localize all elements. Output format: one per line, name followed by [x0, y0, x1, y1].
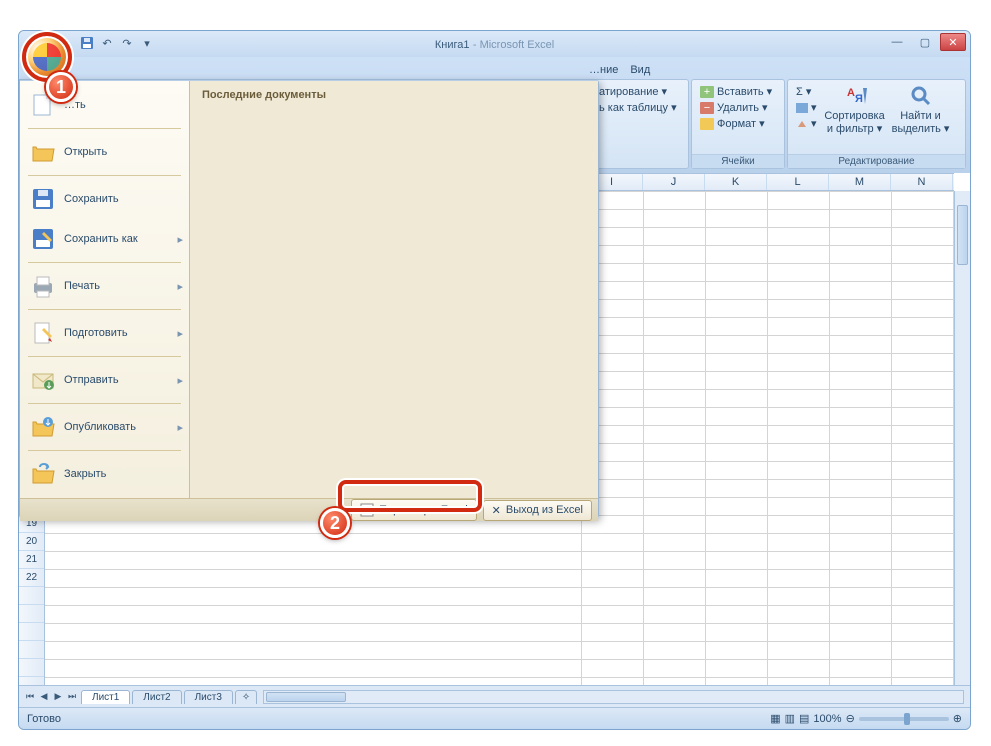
- zoom-out-button[interactable]: ⊖: [846, 712, 855, 725]
- status-ready: Готово: [27, 713, 61, 725]
- exit-excel-button[interactable]: ✕Выход из Excel: [483, 500, 592, 521]
- new-sheet-button[interactable]: ✧: [235, 690, 257, 704]
- row-header[interactable]: 21: [19, 551, 44, 569]
- menu-open[interactable]: Открыть: [20, 132, 189, 172]
- ribbon-groups: …атирование ▾ …ь как таблицу ▾ ▾ +Встави…: [579, 79, 966, 169]
- row-header[interactable]: [19, 623, 44, 641]
- clear-button[interactable]: ▾: [794, 116, 819, 131]
- sheet-tab[interactable]: Лист3: [184, 690, 233, 704]
- menu-prepare[interactable]: Подготовить▸: [20, 313, 189, 353]
- svg-text:+: +: [704, 86, 710, 98]
- app-window: ↶ ↷ ▾ Книга1 - Microsoft Excel — ▢ ✕ …ни…: [18, 30, 971, 730]
- menu-close[interactable]: Закрыть: [20, 454, 189, 494]
- office-menu: …ть Открыть Сохранить Сохранить как▸ Печ…: [19, 79, 599, 519]
- status-bar: Готово ▦ ▥ ▤ 100% ⊖ ⊕: [19, 707, 970, 729]
- row-header[interactable]: [19, 659, 44, 677]
- annotation-callout-2: 2: [320, 508, 350, 538]
- zoom-level[interactable]: 100%: [813, 713, 841, 725]
- sheet-tab[interactable]: Лист2: [132, 690, 181, 704]
- minimize-button[interactable]: —: [884, 33, 910, 51]
- scroll-thumb[interactable]: [266, 692, 346, 702]
- column-header[interactable]: N: [891, 174, 953, 190]
- menu-send[interactable]: Отправить▸: [20, 360, 189, 400]
- cond-format-button[interactable]: …атирование ▾: [586, 84, 679, 99]
- find-select-button[interactable]: Найти и выделить ▾: [891, 84, 951, 135]
- svg-text:А: А: [847, 87, 855, 99]
- row-header[interactable]: [19, 641, 44, 659]
- view-layout-icon[interactable]: ▥: [785, 712, 795, 725]
- cells-group-label: Ячейки: [692, 154, 784, 168]
- editing-group: Σ ▾ ▾ ▾ АЯ Сортировка и фильтр ▾ Найти и…: [787, 79, 966, 169]
- zoom-slider[interactable]: [859, 717, 949, 721]
- cells-group: +Вставить ▾ −Удалить ▾ Формат ▾ Ячейки: [691, 79, 785, 169]
- annotation-callout-1: 1: [46, 72, 76, 102]
- svg-text:Я: Я: [855, 93, 863, 105]
- doc-name: Книга1: [435, 39, 470, 51]
- submenu-arrow-icon: ▸: [177, 327, 183, 340]
- ribbon-tabs: …ние Вид: [589, 57, 970, 79]
- format-cells-button[interactable]: Формат ▾: [698, 116, 774, 131]
- insert-cells-button[interactable]: +Вставить ▾: [698, 84, 774, 99]
- sort-filter-button[interactable]: АЯ Сортировка и фильтр ▾: [825, 84, 885, 135]
- close-button[interactable]: ✕: [940, 33, 966, 51]
- submenu-arrow-icon: ▸: [177, 421, 183, 434]
- maximize-button[interactable]: ▢: [912, 33, 938, 51]
- redo-icon[interactable]: ↷: [119, 35, 135, 51]
- menu-print[interactable]: Печать▸: [20, 266, 189, 306]
- delete-cells-button[interactable]: −Удалить ▾: [698, 100, 774, 115]
- format-table-button[interactable]: …ь как таблицу ▾: [586, 100, 679, 115]
- window-title: Книга1 - Microsoft Excel: [435, 37, 554, 51]
- annotation-ring-2: [338, 480, 482, 512]
- submenu-arrow-icon: ▸: [177, 374, 183, 387]
- recent-documents-title: Последние документы: [202, 89, 586, 101]
- titlebar: ↶ ↷ ▾ Книга1 - Microsoft Excel — ▢ ✕: [19, 31, 970, 57]
- menu-save[interactable]: Сохранить: [20, 179, 189, 219]
- scroll-thumb[interactable]: [957, 205, 968, 265]
- styles-more[interactable]: ▾: [586, 116, 679, 131]
- recent-documents-panel: Последние документы: [190, 81, 598, 498]
- submenu-arrow-icon: ▸: [177, 280, 183, 293]
- save-icon[interactable]: [79, 35, 95, 51]
- office-menu-commands: …ть Открыть Сохранить Сохранить как▸ Печ…: [20, 81, 190, 498]
- view-normal-icon[interactable]: ▦: [770, 712, 780, 725]
- menu-publish[interactable]: Опубликовать▸: [20, 407, 189, 447]
- row-header[interactable]: [19, 587, 44, 605]
- ribbon-tab[interactable]: …ние: [589, 64, 618, 76]
- row-header[interactable]: 22: [19, 569, 44, 587]
- window-controls: — ▢ ✕: [884, 33, 966, 51]
- column-header[interactable]: J: [643, 174, 705, 190]
- row-header[interactable]: 20: [19, 533, 44, 551]
- close-x-icon: ✕: [492, 504, 501, 517]
- undo-icon[interactable]: ↶: [99, 35, 115, 51]
- column-header[interactable]: L: [767, 174, 829, 190]
- zoom-controls: ▦ ▥ ▤ 100% ⊖ ⊕: [770, 712, 962, 725]
- submenu-arrow-icon: ▸: [177, 233, 183, 246]
- menu-new[interactable]: …ть: [20, 85, 189, 125]
- view-pagebreak-icon[interactable]: ▤: [799, 712, 809, 725]
- app-name: Microsoft Excel: [480, 39, 555, 51]
- horizontal-scrollbar[interactable]: [263, 690, 964, 704]
- sheet-nav-arrows[interactable]: ⏮◀▶⏭: [23, 691, 79, 702]
- column-header[interactable]: M: [829, 174, 891, 190]
- fill-button[interactable]: ▾: [794, 100, 819, 115]
- svg-text:−: −: [704, 102, 710, 114]
- qat-dropdown-icon[interactable]: ▾: [139, 35, 155, 51]
- office-menu-footer: Параметры Excel ✕Выход из Excel: [20, 498, 598, 521]
- sheet-tab[interactable]: Лист1: [81, 690, 130, 704]
- vertical-scrollbar[interactable]: [954, 191, 970, 685]
- zoom-in-button[interactable]: ⊕: [953, 712, 962, 725]
- autosum-button[interactable]: Σ ▾: [794, 84, 819, 99]
- row-header[interactable]: [19, 605, 44, 623]
- column-header[interactable]: K: [705, 174, 767, 190]
- menu-save-as[interactable]: Сохранить как▸: [20, 219, 189, 259]
- sheet-tab-bar: ⏮◀▶⏭ Лист1 Лист2 Лист3 ✧: [19, 685, 970, 707]
- ribbon-tab-view[interactable]: Вид: [630, 64, 650, 76]
- quick-access-toolbar: ↶ ↷ ▾: [79, 35, 155, 51]
- editing-group-label: Редактирование: [788, 154, 965, 168]
